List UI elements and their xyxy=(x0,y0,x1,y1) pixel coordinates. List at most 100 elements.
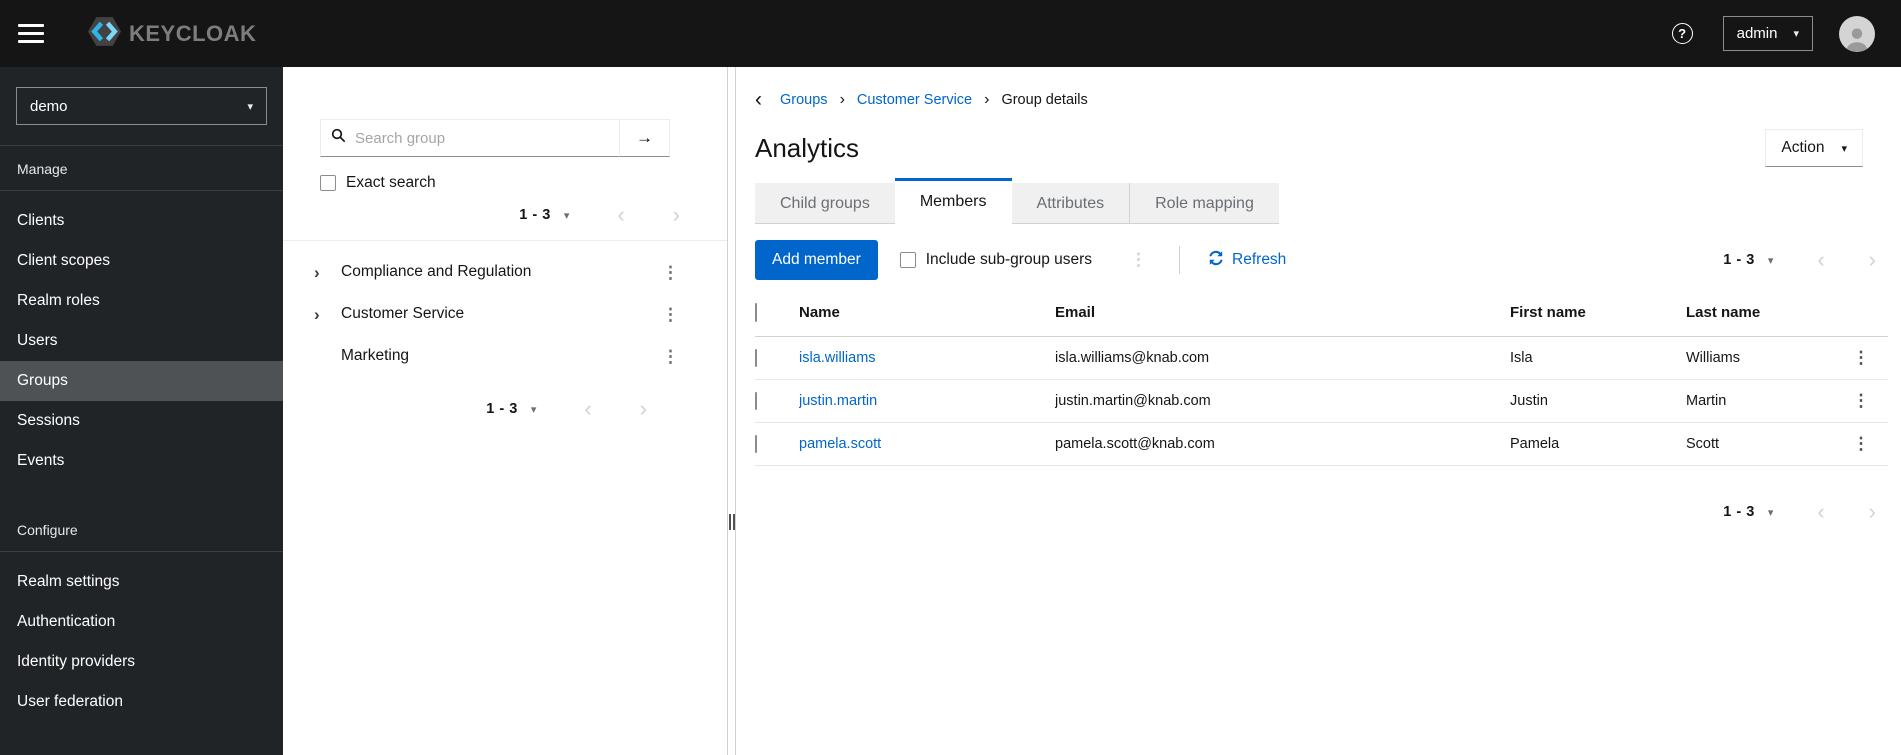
sidebar-item-groups[interactable]: Groups xyxy=(0,361,283,401)
column-header-last-name: Last name xyxy=(1686,289,1842,337)
sidebar-item-sessions[interactable]: Sessions xyxy=(0,401,283,441)
chevron-right-icon[interactable]: › xyxy=(1869,249,1876,271)
kebab-menu-icon[interactable]: ⋮ xyxy=(1853,348,1870,367)
sidebar-item-identity-providers[interactable]: Identity providers xyxy=(0,642,283,682)
sidebar-item-realm-roles[interactable]: Realm roles xyxy=(0,281,283,321)
group-search-input[interactable] xyxy=(355,129,609,147)
member-last-name: Scott xyxy=(1686,422,1842,466)
pagination-range: 1 - 3 xyxy=(486,401,518,417)
caret-down-icon[interactable]: ▾ xyxy=(564,209,570,222)
tab-attributes[interactable]: Attributes xyxy=(1011,183,1130,224)
sidebar-item-events[interactable]: Events xyxy=(0,441,283,481)
members-pagination-top: 1 - 3 ▾ ‹ › xyxy=(1723,249,1876,271)
tab-members[interactable]: Members xyxy=(894,178,1012,227)
keycloak-logo[interactable]: KEYCLOAK xyxy=(86,13,256,55)
tree-pagination-top: 1 - 3 ▾ ‹ › xyxy=(283,204,727,226)
user-menu-dropdown[interactable]: admin ▾ xyxy=(1722,16,1813,51)
tree-item-customer-service: › Customer Service ⋮ xyxy=(283,293,727,335)
column-header-email: Email xyxy=(1055,289,1510,337)
group-tree-panel: → Exact search 1 - 3 ▾ ‹ › › Compliance … xyxy=(283,67,727,755)
chevron-right-icon[interactable]: › xyxy=(314,306,341,323)
caret-down-icon[interactable]: ▾ xyxy=(1768,254,1774,267)
kebab-menu-icon[interactable]: ⋮ xyxy=(1853,434,1870,453)
row-checkbox[interactable] xyxy=(755,349,757,367)
breadcrumb-current: Group details xyxy=(1001,92,1088,108)
breadcrumb-link-groups[interactable]: Groups xyxy=(780,92,828,108)
members-pagination-bottom: 1 - 3 ▾ ‹ › xyxy=(755,501,1876,523)
tree-item-compliance-and-regulation: › Compliance and Regulation ⋮ xyxy=(283,251,727,293)
kebab-menu-icon[interactable]: ⋮ xyxy=(662,306,679,323)
tab-role-mapping[interactable]: Role mapping xyxy=(1129,183,1279,224)
tree-item-label[interactable]: Compliance and Regulation xyxy=(341,263,662,281)
kebab-menu-icon[interactable]: ⋮ xyxy=(1130,250,1147,270)
splitter-grip-icon xyxy=(728,514,735,530)
include-subgroup-label: Include sub-group users xyxy=(925,251,1093,268)
pagination-range: 1 - 3 xyxy=(1723,252,1755,268)
chevron-left-icon[interactable]: ‹ xyxy=(1817,501,1824,523)
panel-splitter[interactable] xyxy=(727,67,736,755)
table-row: justin.martin justin.martin@knab.com Jus… xyxy=(755,379,1888,423)
search-icon xyxy=(331,128,346,148)
member-name-link[interactable]: pamela.scott xyxy=(799,436,881,452)
group-tabs: Child groups Members Attributes Role map… xyxy=(755,178,1888,227)
chevron-right-icon[interactable]: › xyxy=(673,204,680,226)
breadcrumb-link-customer-service[interactable]: Customer Service xyxy=(857,92,972,108)
sidebar-item-users[interactable]: Users xyxy=(0,321,283,361)
sidebar-item-user-federation[interactable]: User federation xyxy=(0,682,283,722)
row-checkbox[interactable] xyxy=(755,392,757,410)
member-last-name: Martin xyxy=(1686,379,1842,423)
tree-item-label[interactable]: Marketing xyxy=(341,347,662,365)
nav-section-manage: Manage xyxy=(17,161,68,177)
chevron-right-icon[interactable]: › xyxy=(1869,501,1876,523)
caret-down-icon[interactable]: ▾ xyxy=(1768,506,1774,519)
member-last-name: Williams xyxy=(1686,336,1842,380)
pagination-range: 1 - 3 xyxy=(1723,504,1755,520)
help-icon[interactable]: ? xyxy=(1671,23,1693,44)
column-header-name: Name xyxy=(799,289,1055,337)
sidebar-item-clients[interactable]: Clients xyxy=(0,201,283,241)
table-header-row: Name Email First name Last name xyxy=(755,289,1888,337)
member-first-name: Pamela xyxy=(1510,422,1686,466)
exact-search-checkbox[interactable] xyxy=(320,175,336,191)
realm-selector-value: demo xyxy=(30,97,68,115)
user-avatar[interactable] xyxy=(1839,15,1875,52)
kebab-menu-icon[interactable]: ⋮ xyxy=(662,348,679,365)
members-toolbar: Add member Include sub-group users ⋮ Ref… xyxy=(755,236,1888,284)
member-name-link[interactable]: isla.williams xyxy=(799,350,876,366)
sidebar-item-realm-settings[interactable]: Realm settings xyxy=(0,562,283,602)
chevron-left-icon[interactable]: ‹ xyxy=(584,398,591,420)
angle-left-icon[interactable]: ‹ xyxy=(755,89,762,110)
table-row: pamela.scott pamela.scott@knab.com Pamel… xyxy=(755,422,1888,466)
search-submit-button[interactable]: → xyxy=(620,119,670,157)
tab-child-groups[interactable]: Child groups xyxy=(755,183,895,224)
chevron-left-icon[interactable]: ‹ xyxy=(1817,249,1824,271)
chevron-left-icon[interactable]: ‹ xyxy=(617,204,624,226)
kebab-menu-icon[interactable]: ⋮ xyxy=(1853,391,1870,410)
member-email: pamela.scott@knab.com xyxy=(1055,422,1510,466)
arrow-right-icon: → xyxy=(636,128,653,147)
chevron-right-icon[interactable]: › xyxy=(314,264,341,281)
kebab-menu-icon[interactable]: ⋮ xyxy=(662,264,679,281)
realm-selector[interactable]: demo ▾ xyxy=(16,87,267,125)
sidebar-item-authentication[interactable]: Authentication xyxy=(0,602,283,642)
group-search-box xyxy=(320,119,620,157)
chevron-right-icon[interactable]: › xyxy=(640,398,647,420)
action-dropdown-button[interactable]: Action ▾ xyxy=(1765,129,1863,167)
refresh-button[interactable]: Refresh xyxy=(1208,250,1286,271)
breadcrumb: ‹ Groups › Customer Service › Group deta… xyxy=(755,89,1888,110)
include-subgroup-checkbox[interactable] xyxy=(899,252,916,268)
breadcrumb-separator: › xyxy=(839,91,845,108)
caret-down-icon[interactable]: ▾ xyxy=(531,403,537,416)
add-member-button[interactable]: Add member xyxy=(755,240,878,280)
member-name-link[interactable]: justin.martin xyxy=(799,393,877,409)
table-row: isla.williams isla.williams@knab.com Isl… xyxy=(755,336,1888,380)
select-all-checkbox[interactable] xyxy=(755,303,757,322)
row-checkbox[interactable] xyxy=(755,435,757,453)
member-email: isla.williams@knab.com xyxy=(1055,336,1510,380)
members-table: Name Email First name Last name isla.wil… xyxy=(755,289,1888,466)
keycloak-logo-icon xyxy=(86,13,123,55)
menu-icon[interactable] xyxy=(18,24,44,43)
tree-item-label[interactable]: Customer Service xyxy=(341,305,662,323)
sidebar-item-client-scopes[interactable]: Client scopes xyxy=(0,241,283,281)
breadcrumb-separator: › xyxy=(984,91,990,108)
